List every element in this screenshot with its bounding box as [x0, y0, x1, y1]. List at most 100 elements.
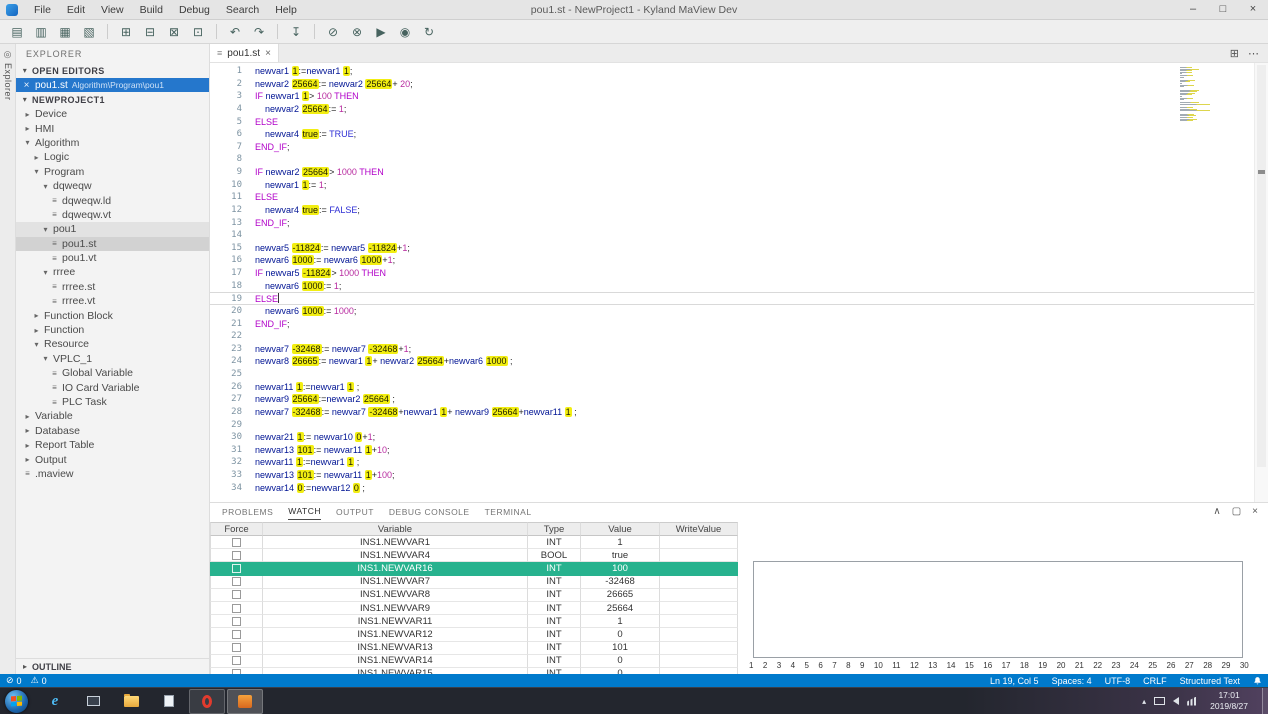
tree-item-database[interactable]: ▸Database	[16, 424, 209, 438]
force-checkbox[interactable]	[232, 577, 241, 586]
taskbar-folder-button[interactable]	[113, 689, 149, 714]
rebuild-button[interactable]: ⊠	[163, 22, 185, 42]
menu-file[interactable]: File	[26, 0, 59, 19]
line-number[interactable]: 8	[210, 153, 255, 166]
force-checkbox[interactable]	[232, 656, 241, 665]
tree-item-vplc-1[interactable]: ▾VPLC_1	[16, 352, 209, 366]
code-line[interactable]: 26newvar11 1:=newvar1 1 ;	[210, 381, 1254, 394]
code-editor[interactable]: 1newvar1 1:=newvar1 1;2newvar2 25664:= n…	[210, 63, 1268, 502]
line-number[interactable]: 31	[210, 444, 255, 457]
warning-count[interactable]: ⚠ 0	[31, 675, 47, 686]
tree-item-pou1-vt[interactable]: ≡pou1.vt	[16, 251, 209, 265]
close-panel-icon[interactable]: ×	[1252, 506, 1258, 517]
menu-debug[interactable]: Debug	[171, 0, 218, 19]
line-number[interactable]: 1	[210, 65, 255, 78]
editor-scrollbar[interactable]	[1254, 63, 1268, 502]
code-line[interactable]: 5ELSE	[210, 116, 1254, 129]
code-line[interactable]: 22	[210, 330, 1254, 343]
code-line[interactable]: 23newvar7 -32468:= newvar7 -32468+1;	[210, 343, 1254, 356]
tree-item-algorithm[interactable]: ▾Algorithm	[16, 136, 209, 150]
tree-item-rrree-vt[interactable]: ≡rrree.vt	[16, 294, 209, 308]
panel-tab-output[interactable]: OUTPUT	[336, 503, 374, 520]
line-number[interactable]: 33	[210, 469, 255, 482]
maximize-button[interactable]: □	[1208, 0, 1238, 19]
tree-item-global-variable[interactable]: ≡Global Variable	[16, 366, 209, 380]
code-line[interactable]: 4 newvar2 25664:= 1;	[210, 103, 1254, 116]
stop-button[interactable]: ◉	[394, 22, 416, 42]
tree-item-io-card-variable[interactable]: ≡IO Card Variable	[16, 380, 209, 394]
code-line[interactable]: 34newvar14 0:=newvar12 0 ;	[210, 482, 1254, 495]
force-checkbox[interactable]	[232, 551, 241, 560]
code-line[interactable]: 3IF newvar1 1> 100 THEN	[210, 90, 1254, 103]
taskbar-clock[interactable]: 17:01 2019/8/27	[1210, 690, 1248, 712]
watch-row[interactable]: INS1.NEWVAR7INT-32468	[210, 576, 739, 589]
line-number[interactable]: 22	[210, 330, 255, 343]
line-number[interactable]: 34	[210, 482, 255, 495]
code-line[interactable]: 12 newvar4 true:= FALSE;	[210, 204, 1254, 217]
code-line[interactable]: 32newvar11 1:=newvar1 1 ;	[210, 456, 1254, 469]
language-mode[interactable]: Structured Text	[1180, 676, 1240, 686]
panel-layout-icon[interactable]: ▢	[1232, 506, 1241, 517]
watch-row[interactable]: INS1.NEWVAR4BOOLtrue	[210, 549, 739, 562]
line-number[interactable]: 13	[210, 217, 255, 230]
code-line[interactable]: 7END_IF;	[210, 141, 1254, 154]
watch-row[interactable]: INS1.NEWVAR13INT101	[210, 642, 739, 655]
split-editor-icon[interactable]: ⊞	[1230, 47, 1239, 60]
display-icon[interactable]	[1154, 697, 1165, 705]
line-number[interactable]: 2	[210, 78, 255, 91]
force-checkbox[interactable]	[232, 643, 241, 652]
line-number[interactable]: 24	[210, 355, 255, 368]
menu-build[interactable]: Build	[132, 0, 171, 19]
code-line[interactable]: 20 newvar6 1000:= 1000;	[210, 305, 1254, 318]
open-file-button[interactable]: ▥	[30, 22, 52, 42]
undo-button[interactable]: ↶	[224, 22, 246, 42]
logout-button[interactable]: ⊗	[346, 22, 368, 42]
line-number[interactable]: 27	[210, 393, 255, 406]
force-checkbox[interactable]	[232, 617, 241, 626]
code-line[interactable]: 10 newvar1 1:= 1;	[210, 179, 1254, 192]
line-number[interactable]: 5	[210, 116, 255, 129]
tree-item-plc-task[interactable]: ≡PLC Task	[16, 395, 209, 409]
code-line[interactable]: 11ELSE	[210, 191, 1254, 204]
error-count[interactable]: ⊘ 0	[6, 675, 22, 686]
code-line[interactable]: 30newvar21 1:= newvar10 0+1;	[210, 431, 1254, 444]
start-button[interactable]	[5, 690, 28, 713]
minimize-button[interactable]: –	[1178, 0, 1208, 19]
taskbar-browser-button[interactable]	[189, 689, 225, 714]
code-line[interactable]: 17IF newvar5 -11824> 1000 THEN	[210, 267, 1254, 280]
tree-item-rrree-st[interactable]: ≡rrree.st	[16, 280, 209, 294]
watch-row[interactable]: INS1.NEWVAR14INT0	[210, 655, 739, 668]
close-button[interactable]: ×	[1238, 0, 1268, 19]
line-number[interactable]: 7	[210, 141, 255, 154]
save-all-button[interactable]: ▧	[78, 22, 100, 42]
panel-tab-debug-console[interactable]: DEBUG CONSOLE	[389, 503, 470, 520]
code-line[interactable]: 9IF newvar2 25664> 1000 THEN	[210, 166, 1254, 179]
code-line[interactable]: 31newvar13 101:= newvar11 1+10;	[210, 444, 1254, 457]
code-line[interactable]: 33newvar13 101:= newvar11 1+100;	[210, 469, 1254, 482]
build-button[interactable]: ⊟	[139, 22, 161, 42]
line-number[interactable]: 16	[210, 254, 255, 267]
scrollbar-thumb[interactable]	[1257, 65, 1266, 467]
taskbar-ie-button[interactable]: e	[37, 689, 73, 714]
encoding[interactable]: UTF-8	[1105, 676, 1131, 686]
code-line[interactable]: 6 newvar4 true:= TRUE;	[210, 128, 1254, 141]
explorer-panel-icon[interactable]: ◎	[2, 49, 13, 60]
tree-item-device[interactable]: ▸Device	[16, 107, 209, 121]
activity-explorer-label[interactable]: Explorer	[3, 63, 13, 101]
panel-tab-problems[interactable]: PROBLEMS	[222, 503, 273, 520]
login-button[interactable]: ⊘	[322, 22, 344, 42]
tree-item-report-table[interactable]: ▸Report Table	[16, 438, 209, 452]
panel-tab-watch[interactable]: WATCH	[288, 503, 321, 520]
tree-item-pou1-st[interactable]: ≡pou1.st	[16, 237, 209, 251]
cursor-position[interactable]: Ln 19, Col 5	[990, 676, 1039, 686]
tree-item-resource[interactable]: ▾Resource	[16, 337, 209, 351]
code-line[interactable]: 19ELSE	[210, 292, 1254, 305]
line-number[interactable]: 20	[210, 305, 255, 318]
new-file-button[interactable]: ▤	[6, 22, 28, 42]
open-editors-header[interactable]: ▾ OPEN EDITORS	[16, 63, 209, 78]
close-icon[interactable]: ×	[265, 48, 271, 59]
code-line[interactable]: 2newvar2 25664:= newvar2 25664+ 20;	[210, 78, 1254, 91]
line-number[interactable]: 32	[210, 456, 255, 469]
force-checkbox[interactable]	[232, 590, 241, 599]
taskbar-maview-button[interactable]	[227, 689, 263, 714]
